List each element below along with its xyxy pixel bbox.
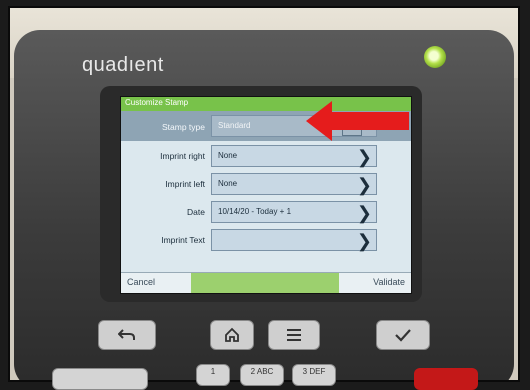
- keypad-key-1[interactable]: 1: [196, 364, 230, 386]
- stamp-type-value: Standard: [218, 121, 251, 130]
- cancel-button[interactable]: Cancel: [127, 277, 155, 287]
- home-icon: [225, 327, 239, 342]
- row-imprint-text[interactable]: Imprint Text ❯: [121, 227, 411, 253]
- chevron-right-icon: ❯: [356, 231, 372, 251]
- stamp-type-label: Stamp type: [162, 122, 205, 132]
- date-label: Date: [187, 207, 205, 217]
- power-indicator-light: [424, 46, 446, 68]
- chevron-right-icon: ❯: [356, 175, 372, 195]
- imprint-left-value: None: [218, 179, 238, 188]
- row-imprint-right[interactable]: Imprint right None ❯: [121, 143, 411, 169]
- home-button[interactable]: [210, 320, 254, 350]
- confirm-button[interactable]: [376, 320, 430, 350]
- brand-logo: quadıent: [82, 54, 164, 76]
- imprint-left-label: Imprint left: [165, 179, 205, 189]
- date-field[interactable]: 10/14/20 - Today + 1 ❯: [211, 201, 377, 223]
- imprint-right-label: Imprint right: [160, 151, 205, 161]
- imprint-left-field[interactable]: None ❯: [211, 173, 377, 195]
- screen-action-bar: Cancel Validate: [121, 272, 411, 293]
- date-value: 10/14/20 - Today + 1: [218, 207, 292, 216]
- menu-button[interactable]: [268, 320, 320, 350]
- keypad-key-2[interactable]: 2 ABC: [240, 364, 284, 386]
- keypad-key-3[interactable]: 3 DEF: [292, 364, 336, 386]
- check-icon: [395, 329, 411, 342]
- menu-icon: [287, 329, 301, 341]
- imprint-text-label: Imprint Text: [161, 235, 205, 245]
- chevron-right-icon: ❯: [356, 203, 372, 223]
- validate-button[interactable]: Validate: [373, 277, 405, 287]
- row-imprint-left[interactable]: Imprint left None ❯: [121, 171, 411, 197]
- chevron-right-icon: ❯: [356, 147, 372, 167]
- imprint-right-field[interactable]: None ❯: [211, 145, 377, 167]
- screen-title: Customize Stamp: [125, 98, 189, 107]
- arrow-annotation: [306, 101, 409, 141]
- back-button[interactable]: [98, 320, 156, 350]
- row-date[interactable]: Date 10/14/20 - Today + 1 ❯: [121, 199, 411, 225]
- imprint-text-field[interactable]: ❯: [211, 229, 377, 251]
- imprint-right-value: None: [218, 151, 238, 160]
- action-bar-highlight: [191, 273, 339, 293]
- back-icon: [118, 329, 135, 340]
